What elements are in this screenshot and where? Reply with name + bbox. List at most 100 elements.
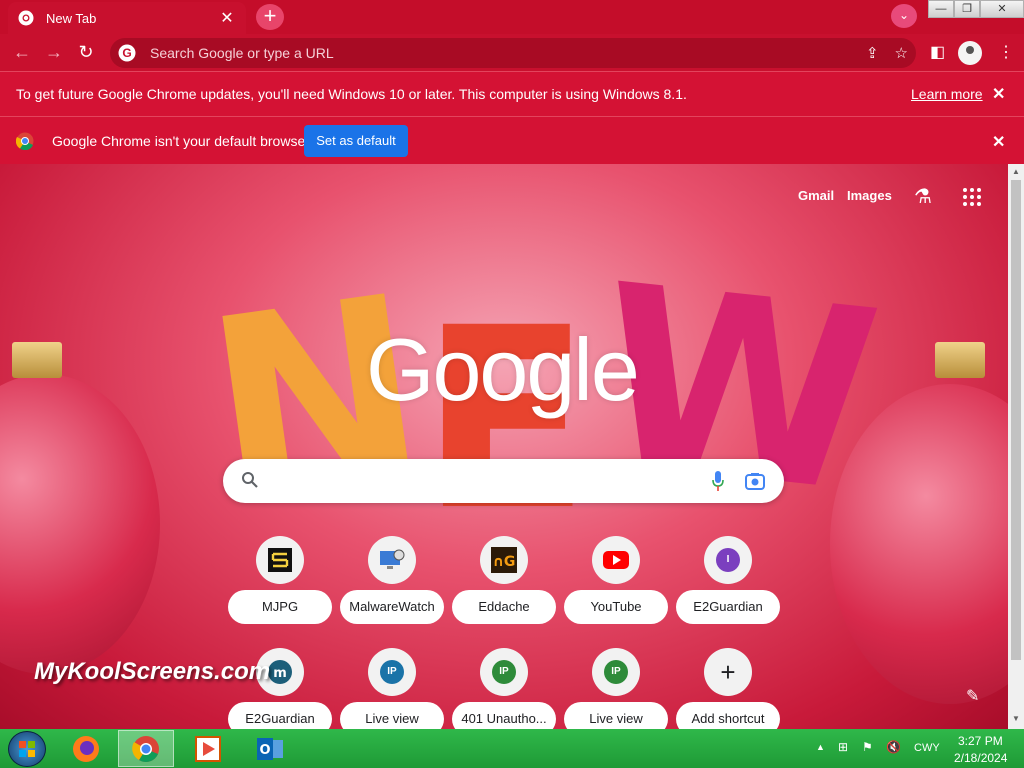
shortcut-label: E2Guardian xyxy=(676,590,780,624)
shortcut-label: E2Guardian xyxy=(228,702,332,729)
learn-more-link[interactable]: Learn more xyxy=(911,86,983,102)
taskbar-outlook[interactable]: O xyxy=(242,730,298,767)
letter-i-icon: I xyxy=(704,536,752,584)
window-controls: — ❐ ✕ xyxy=(928,0,1024,18)
side-panel-icon[interactable]: ◧ xyxy=(930,42,945,62)
tab-title: New Tab xyxy=(46,10,97,26)
tray-volume-muted-icon[interactable]: 🔇 xyxy=(886,740,901,754)
e2guardian-glyph-icon: m xyxy=(268,660,292,684)
default-browser-message: Google Chrome isn't your default browser xyxy=(52,133,310,149)
close-default-infobar-icon[interactable]: ✕ xyxy=(992,132,1005,152)
omnibox[interactable]: G Search Google or type a URL ⇪ ☆ xyxy=(110,38,916,68)
share-icon[interactable]: ⇪ xyxy=(866,44,879,62)
browser-toolbar: ← → ↻ G Search Google or type a URL ⇪ ☆ … xyxy=(0,34,1024,71)
back-arrow-icon[interactable]: ← xyxy=(10,40,34,64)
youtube-icon xyxy=(592,536,640,584)
google-g-icon: G xyxy=(118,44,136,62)
eddache-glyph-icon: ∩G xyxy=(491,547,517,573)
new-tab-button[interactable]: + xyxy=(256,4,284,30)
tab-close-icon[interactable]: ✕ xyxy=(218,8,236,28)
watermark-text: MyKoolScreens.com xyxy=(34,658,271,685)
ntp-search-box[interactable] xyxy=(223,459,784,503)
monitor-icon xyxy=(380,549,405,569)
svg-text:G: G xyxy=(122,46,131,60)
ip-badge: IP xyxy=(604,660,628,684)
google-apps-icon[interactable] xyxy=(963,188,981,206)
customize-pencil-icon[interactable]: ✎ xyxy=(966,686,979,706)
ornament-cap-left-image xyxy=(12,342,62,378)
microphone-icon[interactable] xyxy=(711,470,725,492)
ornament-cap-right-image xyxy=(935,342,985,378)
shortcut-label: 401 Unautho... xyxy=(452,702,556,729)
ip-badge: IP xyxy=(380,660,404,684)
images-link[interactable]: Images xyxy=(847,188,892,203)
gmail-link[interactable]: Gmail xyxy=(798,188,834,203)
windows-logo-icon xyxy=(19,741,35,757)
firefox-icon xyxy=(73,735,99,762)
google-lens-icon[interactable] xyxy=(745,472,765,490)
shortcut-label: MalwareWatch xyxy=(340,590,444,624)
scrollbar-thumb[interactable] xyxy=(1011,180,1021,660)
omnibox-placeholder: Search Google or type a URL xyxy=(150,45,334,61)
profile-avatar-icon[interactable] xyxy=(958,41,982,65)
media-player-icon xyxy=(195,735,221,762)
start-button[interactable] xyxy=(8,731,46,767)
search-icon xyxy=(242,472,258,488)
default-browser-infobar: Google Chrome isn't your default browser… xyxy=(0,116,1024,164)
eddache-icon: ∩G xyxy=(480,536,528,584)
chrome-logo-icon xyxy=(16,132,34,150)
minimize-button[interactable]: — xyxy=(928,0,954,18)
shortcut-label: Add shortcut xyxy=(676,702,780,729)
taskbar-chrome[interactable] xyxy=(118,730,174,767)
scroll-up-arrow-icon[interactable]: ▲ xyxy=(1008,167,1024,176)
svg-text:∩G: ∩G xyxy=(493,554,516,570)
update-infobar: To get future Google Chrome updates, you… xyxy=(0,71,1024,116)
ip-badge: IP xyxy=(492,660,516,684)
letter-badge: I xyxy=(716,548,740,572)
forward-arrow-icon[interactable]: → xyxy=(42,40,66,64)
google-logo: Google xyxy=(366,320,640,419)
title-bar: New Tab ✕ + ⌄ — ❐ ✕ xyxy=(0,0,1024,34)
clock-date[interactable]: 2/18/2024 xyxy=(954,751,1007,765)
tab-search-chevron-icon[interactable]: ⌄ xyxy=(891,4,917,28)
ornament-left-image xyxy=(0,374,160,674)
mjpg-glyph-icon xyxy=(268,548,292,572)
shortcut-label: Live view xyxy=(340,702,444,729)
shortcut-label: YouTube xyxy=(564,590,668,624)
ip-icon: IP xyxy=(592,648,640,696)
tab-new-tab[interactable]: New Tab ✕ xyxy=(8,2,246,34)
update-message: To get future Google Chrome updates, you… xyxy=(16,86,687,102)
youtube-play-icon xyxy=(603,551,629,569)
menu-dots-icon[interactable]: ⋮ xyxy=(998,42,1014,62)
labs-flask-icon[interactable]: ⚗ xyxy=(914,184,932,209)
shortcut-label: Eddache xyxy=(452,590,556,624)
tray-network-icon[interactable]: ⊞ xyxy=(838,740,848,754)
taskbar-firefox[interactable] xyxy=(58,730,114,767)
tray-expand-icon[interactable]: ▲ xyxy=(816,742,825,752)
bookmark-star-icon[interactable]: ☆ xyxy=(895,44,908,62)
svg-text:O: O xyxy=(259,743,270,758)
vertical-scrollbar[interactable]: ▲ ▼ xyxy=(1008,164,1024,729)
reload-icon[interactable]: ↻ xyxy=(74,40,98,64)
scroll-down-arrow-icon[interactable]: ▼ xyxy=(1008,714,1024,723)
plus-icon: + xyxy=(704,648,752,696)
outlook-icon: O xyxy=(257,737,283,760)
restore-button[interactable]: ❐ xyxy=(954,0,980,18)
set-as-default-button[interactable]: Set as default xyxy=(304,125,408,157)
mjpg-icon xyxy=(256,536,304,584)
plus-glyph: + xyxy=(720,656,736,687)
chrome-icon xyxy=(132,735,159,762)
close-window-button[interactable]: ✕ xyxy=(980,0,1024,18)
ip-icon: IP xyxy=(480,648,528,696)
close-update-infobar-icon[interactable]: ✕ xyxy=(992,84,1005,104)
new-tab-page: N E W Gmail Images ⚗ Google MJPG Malware… xyxy=(0,164,1008,729)
shortcut-label: MJPG xyxy=(228,590,332,624)
clock-time[interactable]: 3:27 PM xyxy=(958,734,1003,748)
svg-text:m: m xyxy=(273,666,287,681)
ip-icon: IP xyxy=(368,648,416,696)
tray-language[interactable]: CWY xyxy=(914,742,940,754)
malwarewatch-icon xyxy=(368,536,416,584)
taskbar-media-player[interactable] xyxy=(180,730,236,767)
tray-notification-icon[interactable]: ⚑ xyxy=(862,740,873,754)
shortcut-label: Live view xyxy=(564,702,668,729)
